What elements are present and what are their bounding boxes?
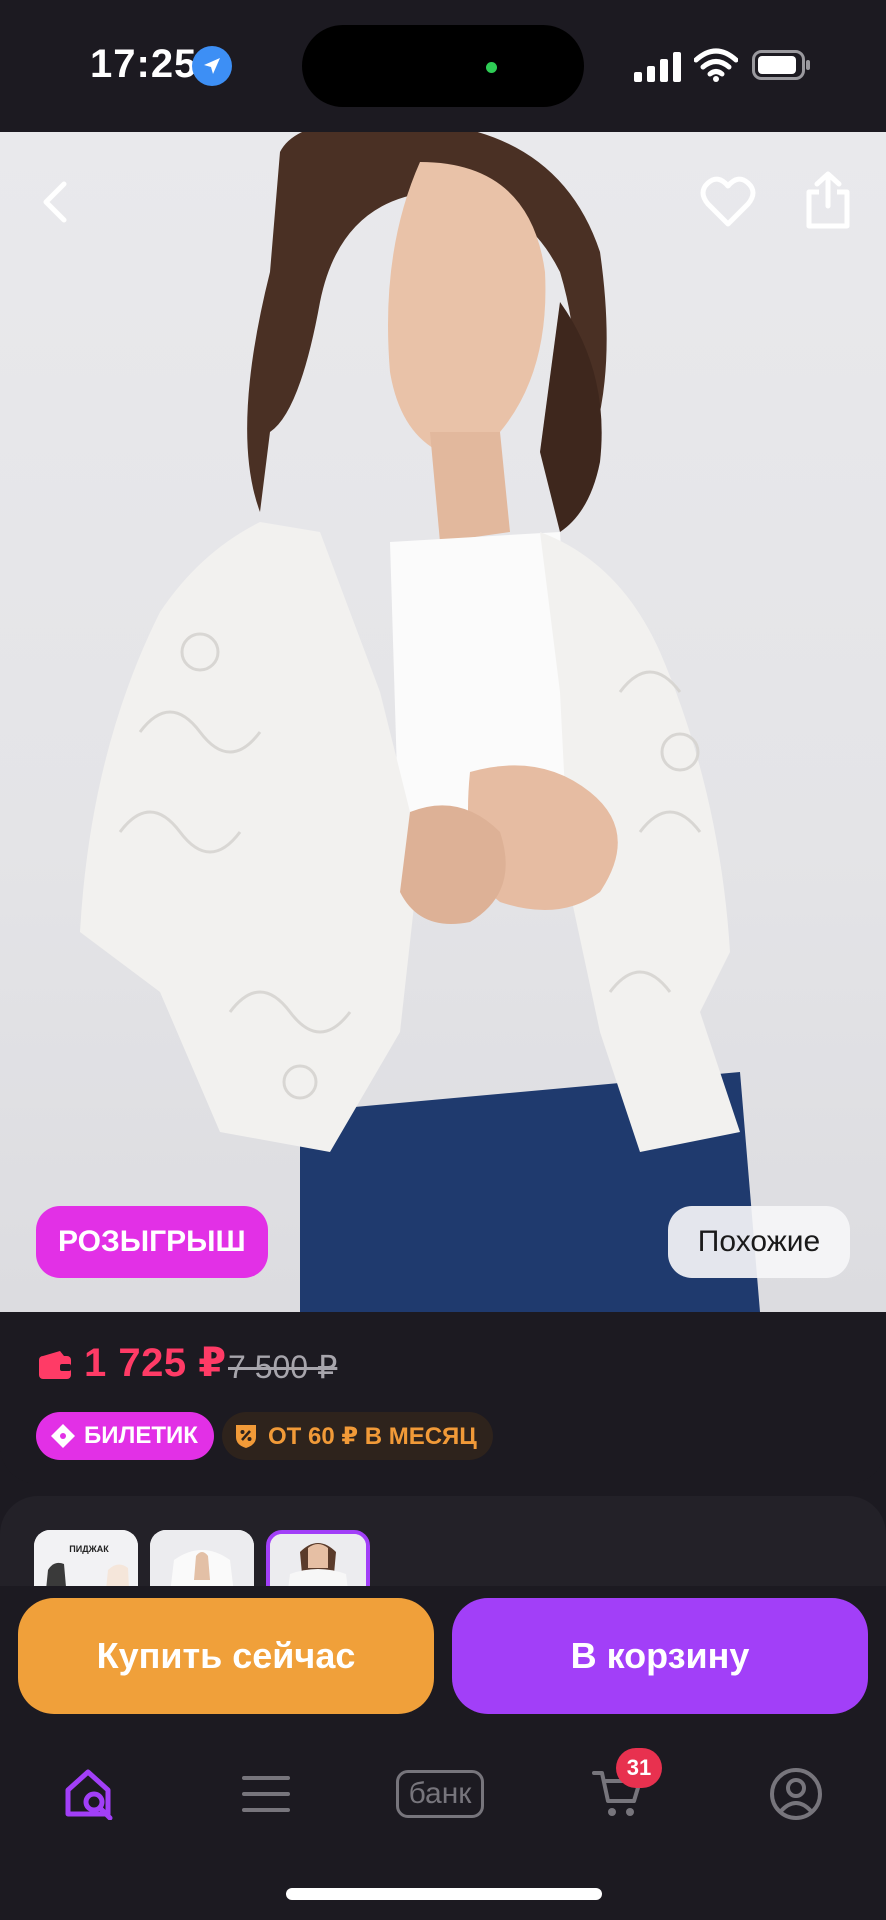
wifi-icon xyxy=(694,48,738,82)
tab-profile[interactable] xyxy=(748,1754,844,1834)
menu-icon xyxy=(242,1776,290,1812)
price-card: 1 725 ₽ 7 500 ₽ БИЛЕТИК ОТ 60 ₽ В МЕСЯЦ xyxy=(0,1312,886,1484)
wallet-icon xyxy=(39,1351,71,1379)
old-price: 7 500 ₽ xyxy=(228,1349,338,1385)
tab-catalog[interactable] xyxy=(218,1754,314,1834)
similar-products-button[interactable]: Похожие xyxy=(668,1206,850,1278)
share-button[interactable] xyxy=(796,168,860,232)
ticket-label: БИЛЕТИК xyxy=(84,1422,198,1449)
status-time: 17:25 xyxy=(90,42,198,86)
share-icon xyxy=(806,171,850,229)
cellular-signal-icon xyxy=(634,52,681,82)
bottom-tab-bar: банк 31 xyxy=(0,1720,886,1920)
product-image[interactable]: РОЗЫГРЫШ Похожие xyxy=(0,132,886,1312)
variant-thumbnail-caption: ПИДЖАК xyxy=(69,1544,109,1554)
location-arrow-icon xyxy=(192,46,232,86)
tab-home[interactable] xyxy=(42,1754,138,1834)
home-search-icon xyxy=(65,1769,113,1820)
chevron-left-icon xyxy=(43,181,67,223)
dynamic-island xyxy=(302,25,584,107)
buy-now-button[interactable]: Купить сейчас xyxy=(18,1598,434,1714)
home-indicator xyxy=(286,1888,602,1900)
battery-icon xyxy=(752,50,810,80)
tab-bank[interactable]: банк xyxy=(378,1754,502,1834)
profile-icon xyxy=(770,1768,822,1820)
purchase-actions: Купить сейчас В корзину xyxy=(0,1586,886,1720)
back-button[interactable] xyxy=(24,170,88,234)
heart-icon xyxy=(700,176,756,227)
favorite-button[interactable] xyxy=(696,170,760,234)
installment-label: ОТ 60 ₽ В МЕСЯЦ xyxy=(268,1422,477,1450)
status-bar: 17:25 xyxy=(0,0,886,132)
percent-shield-icon xyxy=(236,1425,256,1448)
add-to-cart-button[interactable]: В корзину xyxy=(452,1598,868,1714)
bank-label: банк xyxy=(395,1770,485,1818)
installment-badge[interactable]: ОТ 60 ₽ В МЕСЯЦ xyxy=(222,1412,493,1460)
cart-count-badge: 31 xyxy=(616,1748,662,1788)
current-price: 1 725 ₽ xyxy=(84,1341,227,1385)
ticket-badge[interactable]: БИЛЕТИК xyxy=(36,1412,214,1460)
camera-indicator-dot xyxy=(486,62,497,73)
product-photo xyxy=(80,132,760,1312)
ticket-icon xyxy=(51,1424,75,1448)
raffle-badge[interactable]: РОЗЫГРЫШ xyxy=(36,1206,268,1278)
